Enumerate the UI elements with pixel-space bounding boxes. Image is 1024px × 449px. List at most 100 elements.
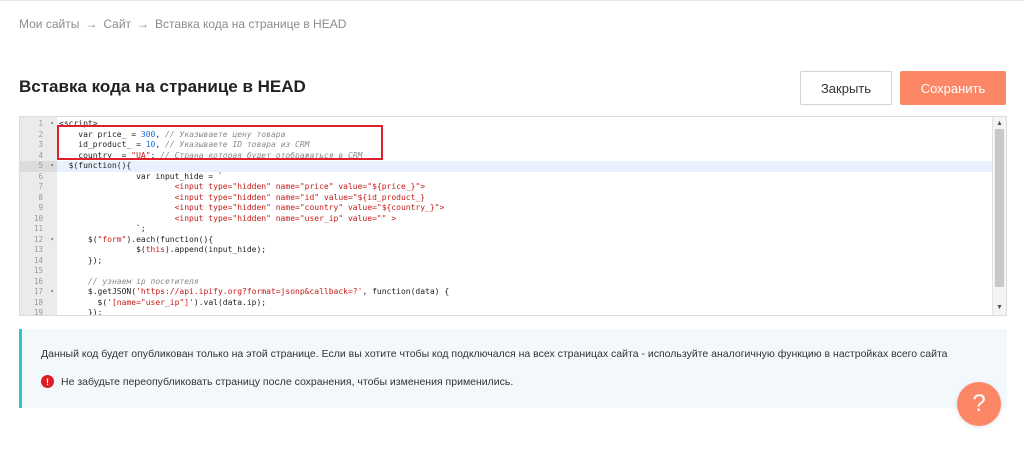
save-button[interactable]: Сохранить [900, 71, 1006, 105]
line-number: 14 [20, 256, 57, 267]
code-token: <input type="hidden" name="id" value="${… [174, 192, 426, 202]
annotation-highlight-box [57, 125, 383, 160]
code-token: <input type="hidden" name="price" value=… [174, 182, 426, 191]
line-number: 15 [20, 266, 57, 277]
code-token: "form" [97, 234, 127, 244]
fold-arrow-icon[interactable]: ▾ [50, 119, 54, 130]
line-number-text: 12 [33, 234, 43, 244]
code-line[interactable]: $.getJSON('https://api.ipify.org?format=… [57, 287, 992, 298]
code-token: // узнаем ip посетителя [87, 276, 199, 286]
code-token: <input type="hidden" name="country" valu… [174, 203, 445, 212]
breadcrumb-my-sites[interactable]: Мои сайты [19, 17, 79, 31]
line-number: 11 [20, 224, 57, 235]
code-line[interactable]: <input type="hidden" name="country" valu… [57, 203, 992, 214]
fold-arrow-icon[interactable]: ▾ [50, 161, 54, 172]
line-number: 9 [20, 203, 57, 214]
line-number-text: 1 [38, 119, 43, 128]
code-token: $( [59, 297, 108, 307]
code-line[interactable]: `; [57, 224, 992, 235]
code-token: $( [59, 234, 98, 244]
code-line[interactable]: // узнаем ip посетителя [57, 277, 992, 288]
line-number-text: 5 [38, 161, 43, 170]
breadcrumb-separator: → [85, 17, 98, 31]
line-number-text: 10 [33, 213, 43, 223]
line-number-text: 3 [38, 140, 43, 149]
help-button[interactable]: ? [957, 382, 1001, 426]
code-line[interactable]: $('[name="user_ip"]').val(data.ip); [57, 298, 992, 309]
warning-row: ! Не забудьте переопубликовать страницу … [41, 375, 513, 388]
breadcrumb-current: Вставка кода на странице в HEAD [155, 17, 347, 31]
scroll-up-arrow-icon[interactable]: ▲ [993, 119, 1006, 129]
code-token: ).append(input_hide); [164, 245, 267, 254]
line-number-text: 9 [38, 203, 43, 212]
breadcrumb-separator: → [137, 17, 150, 31]
page-title: Вставка кода на странице в HEAD [19, 77, 306, 96]
fold-arrow-icon[interactable]: ▾ [50, 235, 54, 246]
code-token: $(function(){ [59, 161, 132, 170]
line-number-text: 8 [38, 192, 43, 202]
code-token: $( [59, 245, 146, 254]
line-number-text: 11 [33, 224, 43, 233]
line-number-gutter: 1 ▾ 2 3 4 5 ▾ 6 7 8 9 10 11 12 ▾ 13 14 15 16 17 ▾ 18 19 [20, 117, 57, 315]
info-text: Данный код будет опубликован только на э… [41, 348, 948, 360]
code-line[interactable]: <input type="hidden" name="id" value="${… [57, 193, 992, 204]
line-number-text: 14 [33, 255, 43, 265]
code-token: }); [59, 308, 103, 316]
code-line[interactable]: $("form").each(function(){ [57, 235, 992, 246]
code-line[interactable]: }); [57, 308, 992, 316]
code-token: ).each(function(){ [126, 234, 214, 244]
line-number: 8 [20, 193, 57, 204]
line-number: 3 [20, 140, 57, 151]
line-number-text: 13 [33, 245, 43, 254]
line-number: 5 ▾ [20, 161, 57, 172]
code-token: this [145, 245, 165, 254]
code-line[interactable]: $(function(){ [57, 161, 992, 172]
code-token: <input type="hidden" name="user_ip" valu… [174, 213, 397, 223]
line-number: 7 [20, 182, 57, 193]
scroll-down-arrow-icon[interactable]: ▼ [993, 303, 1006, 313]
warning-text: Не забудьте переопубликовать страницу по… [61, 375, 514, 388]
breadcrumb-site[interactable]: Сайт [103, 17, 131, 31]
code-token: var input_hide = ` [59, 171, 223, 181]
warning-icon: ! [41, 375, 54, 388]
code-line[interactable]: <input type="hidden" name="price" value=… [57, 182, 992, 193]
line-number: 4 [20, 151, 57, 162]
code-line[interactable]: var input_hide = ` [57, 172, 992, 183]
line-number-text: 7 [38, 182, 43, 191]
fold-arrow-icon[interactable]: ▾ [50, 287, 54, 298]
line-number: 6 [20, 172, 57, 183]
line-number: 16 [20, 277, 57, 288]
code-line[interactable]: <input type="hidden" name="user_ip" valu… [57, 214, 992, 225]
breadcrumb: Мои сайты → Сайт → Вставка кода на странице … [19, 17, 346, 31]
line-number-text: 15 [33, 266, 43, 275]
code-token: , function(data) { [362, 287, 450, 296]
line-number-text: 4 [38, 150, 43, 160]
line-number: 2 [20, 130, 57, 141]
code-line[interactable]: }); [57, 256, 992, 267]
line-number: 13 [20, 245, 57, 256]
line-number: 10 [20, 214, 57, 225]
line-number-text: 18 [33, 297, 43, 307]
line-number: 17 ▾ [20, 287, 57, 298]
line-number-text: 17 [33, 287, 43, 296]
code-line[interactable]: $(this).append(input_hide); [57, 245, 992, 256]
top-divider [0, 0, 1024, 1]
code-token: $.getJSON( [59, 287, 137, 296]
code-token: ).val(data.ip); [193, 297, 267, 307]
code-line[interactable] [57, 266, 992, 277]
scrollbar-thumb[interactable] [995, 129, 1004, 287]
line-number: 12 ▾ [20, 235, 57, 246]
line-number: 19 [20, 308, 57, 316]
code-token: 'https://api.ipify.org?format=jsonp&call… [136, 287, 363, 296]
line-number: 1 ▾ [20, 119, 57, 130]
close-button[interactable]: Закрыть [800, 71, 892, 105]
line-number-text: 16 [33, 276, 43, 286]
line-number-text: 19 [33, 308, 43, 316]
line-number-text: 6 [38, 171, 43, 181]
editor-scrollbar[interactable]: ▲ ▼ [992, 117, 1006, 315]
